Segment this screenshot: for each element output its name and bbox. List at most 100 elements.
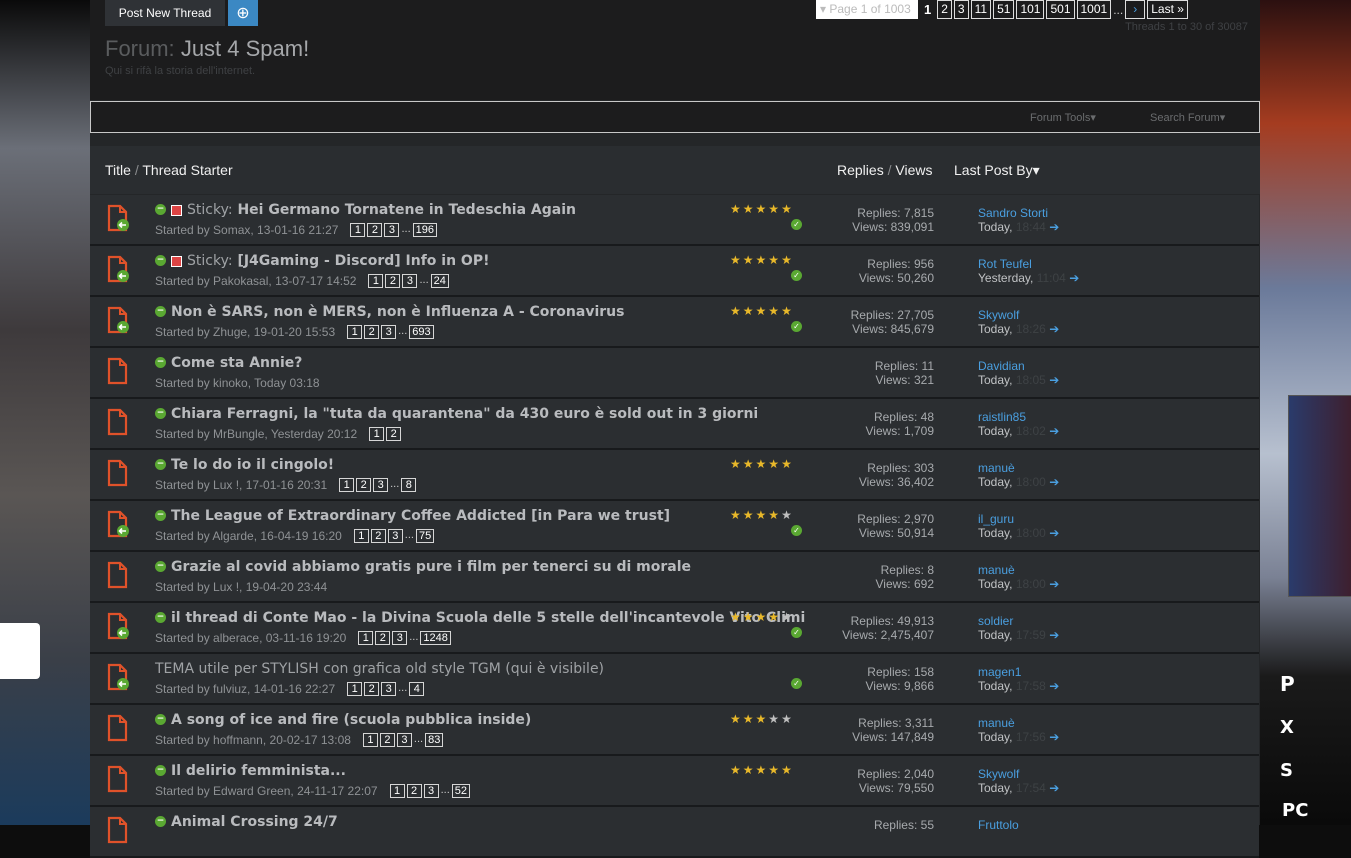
forum-tools-menu[interactable]: Forum Tools▾ xyxy=(1030,111,1096,124)
thread-page-link[interactable]: 2 xyxy=(367,223,383,237)
thread-page-link[interactable]: 3 xyxy=(387,529,403,543)
thread-title-link[interactable]: Sticky: [J4Gaming - Discord] Info in OP! xyxy=(187,253,489,269)
last-post-user-link[interactable]: Fruttolo xyxy=(978,818,1019,832)
thread-row[interactable]: − Come sta Annie? Started by kinoko, Today… xyxy=(90,348,1259,399)
go-to-last-post-icon[interactable]: ➔ xyxy=(1049,220,1059,234)
page-link[interactable]: 2 xyxy=(937,0,952,19)
thread-row[interactable]: − The League of Extraordinary Coffee Addi… xyxy=(90,501,1259,552)
thread-title-link[interactable]: Animal Crossing 24/7 xyxy=(171,814,338,830)
thread-page-link[interactable]: 2 xyxy=(385,274,401,288)
thread-row[interactable]: − Chiara Ferragni, la "tuta da quarantena… xyxy=(90,399,1259,450)
search-forum-menu[interactable]: Search Forum▾ xyxy=(1150,111,1225,124)
page-link[interactable]: 101 xyxy=(1016,0,1045,19)
thread-page-link[interactable]: 2 xyxy=(406,784,422,798)
thread-page-link[interactable]: 693 xyxy=(409,325,434,339)
thread-page-link[interactable]: 1 xyxy=(368,274,384,288)
thread-row[interactable]: − Sticky: [J4Gaming - Discord] Info in OP… xyxy=(90,246,1259,297)
go-to-last-post-icon[interactable]: ➔ xyxy=(1049,373,1059,387)
last-post-user-link[interactable]: il_guru xyxy=(978,512,1059,526)
thread-title-link[interactable]: TEMA utile per STYLISH con grafica old s… xyxy=(155,661,604,677)
sort-views[interactable]: Views xyxy=(895,162,932,178)
next-page-button[interactable]: › xyxy=(1125,0,1146,19)
last-post-user-link[interactable]: Rot Teufel xyxy=(978,257,1079,271)
thread-page-link[interactable]: 2 xyxy=(375,631,391,645)
thread-page-link[interactable]: 3 xyxy=(373,478,389,492)
last-post-user-link[interactable]: Sandro Storti xyxy=(978,206,1059,220)
last-post-user-link[interactable]: manuè xyxy=(978,563,1059,577)
left-ad-banner[interactable] xyxy=(0,0,90,825)
go-to-last-post-icon[interactable]: ➔ xyxy=(1049,730,1059,744)
thread-page-link[interactable]: 1 xyxy=(350,223,366,237)
thread-page-link[interactable]: 3 xyxy=(384,223,400,237)
go-to-last-post-icon[interactable]: ➔ xyxy=(1049,526,1059,540)
thread-page-link[interactable]: 2 xyxy=(364,682,380,696)
thread-page-link[interactable]: 1 xyxy=(347,682,363,696)
page-link[interactable]: 11 xyxy=(970,0,992,19)
thread-row[interactable]: − Animal Crossing 24/7 Replies: 55 Fruttolo xyxy=(90,807,1259,858)
thread-page-link[interactable]: 1 xyxy=(358,631,374,645)
sort-thread-starter[interactable]: Thread Starter xyxy=(142,162,232,178)
page-link[interactable]: 3 xyxy=(953,0,969,19)
sort-replies[interactable]: Replies xyxy=(837,162,884,178)
thread-page-link[interactable]: 1 xyxy=(389,784,405,798)
thread-page-link[interactable]: 1 xyxy=(353,529,369,543)
thread-title-link[interactable]: Non è SARS, non è MERS, non è Influenza … xyxy=(171,304,624,320)
last-post-user-link[interactable]: Skywolf xyxy=(978,767,1059,781)
plus-circle-icon[interactable]: ⊕ xyxy=(228,0,258,26)
thread-page-link[interactable]: 3 xyxy=(392,631,408,645)
thread-page-link[interactable]: 1 xyxy=(362,733,378,747)
last-post-user-link[interactable]: manuè xyxy=(978,461,1059,475)
thread-page-link[interactable]: 52 xyxy=(451,784,471,798)
thread-page-link[interactable]: 2 xyxy=(379,733,395,747)
thread-page-link[interactable]: 3 xyxy=(381,682,397,696)
column-last-post-header[interactable]: Last Post By▾ xyxy=(954,162,1040,179)
thread-page-link[interactable]: 1 xyxy=(347,325,363,339)
thread-page-link[interactable]: 1 xyxy=(369,427,385,441)
thread-title-link[interactable]: Te lo do io il cingolo! xyxy=(171,457,334,473)
thread-title-link[interactable]: il thread di Conte Mao - la Divina Scuol… xyxy=(171,610,805,626)
page-link[interactable]: 501 xyxy=(1046,0,1075,19)
thread-title-link[interactable]: Il delirio femminista... xyxy=(171,763,346,779)
thread-title-link[interactable]: The League of Extraordinary Coffee Addic… xyxy=(171,508,670,524)
thread-page-link[interactable]: 75 xyxy=(415,529,435,543)
thread-title-link[interactable]: Chiara Ferragni, la "tuta da quarantena"… xyxy=(171,406,758,422)
thread-page-link[interactable]: 4 xyxy=(409,682,425,696)
thread-page-link[interactable]: 1 xyxy=(339,478,355,492)
thread-title-link[interactable]: Come sta Annie? xyxy=(171,355,302,371)
thread-page-link[interactable]: 83 xyxy=(425,733,444,747)
page-link[interactable]: 1001 xyxy=(1076,0,1112,19)
go-to-last-post-icon[interactable]: ➔ xyxy=(1069,271,1079,285)
go-to-last-post-icon[interactable]: ➔ xyxy=(1049,475,1059,489)
thread-page-link[interactable]: 3 xyxy=(423,784,439,798)
sort-title[interactable]: Title xyxy=(105,162,131,178)
thread-page-link[interactable]: 8 xyxy=(401,478,417,492)
go-to-last-post-icon[interactable]: ➔ xyxy=(1049,322,1059,336)
go-to-last-post-icon[interactable]: ➔ xyxy=(1049,781,1059,795)
page-link[interactable]: 51 xyxy=(993,0,1015,19)
thread-row[interactable]: − Grazie al covid abbiamo gratis pure i f… xyxy=(90,552,1259,603)
thread-row[interactable]: − Te lo do io il cingolo! Started by Lux !… xyxy=(90,450,1259,501)
thread-title-link[interactable]: Sticky: Hei Germano Tornatene in Tedesch… xyxy=(187,202,576,218)
thread-page-link[interactable]: 2 xyxy=(370,529,386,543)
go-to-last-post-icon[interactable]: ➔ xyxy=(1049,424,1059,438)
last-page-button[interactable]: Last » xyxy=(1147,0,1188,19)
go-to-last-post-icon[interactable]: ➔ xyxy=(1049,577,1059,591)
thread-page-link[interactable]: 2 xyxy=(356,478,372,492)
thread-page-link[interactable]: 1248 xyxy=(420,631,451,645)
go-to-last-post-icon[interactable]: ➔ xyxy=(1049,628,1059,642)
thread-row[interactable]: − il thread di Conte Mao - la Divina Scuo… xyxy=(90,603,1259,654)
last-post-user-link[interactable]: magen1 xyxy=(978,665,1059,679)
thread-page-link[interactable]: 3 xyxy=(402,274,418,288)
last-post-user-link[interactable]: Davidian xyxy=(978,359,1059,373)
thread-row[interactable]: − A song of ice and fire (scuola pubblica… xyxy=(90,705,1259,756)
thread-page-link[interactable]: 3 xyxy=(396,733,412,747)
last-post-user-link[interactable]: manuè xyxy=(978,716,1059,730)
thread-row[interactable]: − Il delirio femminista... Started by Edwa… xyxy=(90,756,1259,807)
thread-page-link[interactable]: 3 xyxy=(381,325,397,339)
thread-page-link[interactable]: 196 xyxy=(412,223,437,237)
thread-page-link[interactable]: 2 xyxy=(386,427,402,441)
page-jump-dropdown[interactable]: ▾ Page 1 of 1003 xyxy=(816,0,918,19)
thread-page-link[interactable]: 24 xyxy=(430,274,449,288)
last-post-user-link[interactable]: raistlin85 xyxy=(978,410,1059,424)
thread-title-link[interactable]: Grazie al covid abbiamo gratis pure i fi… xyxy=(171,559,691,575)
